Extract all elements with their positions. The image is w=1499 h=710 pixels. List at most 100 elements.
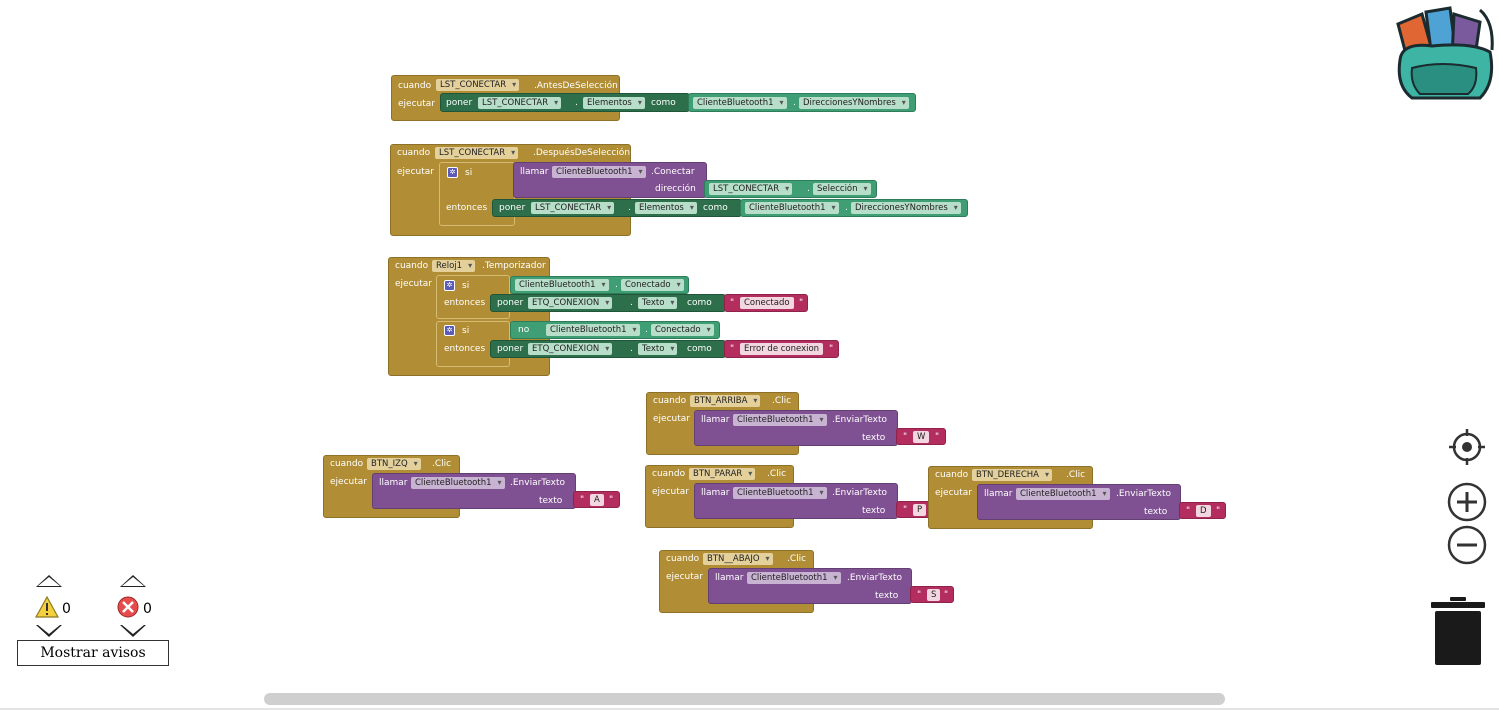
text-value[interactable]: Conectado — [740, 297, 794, 309]
component-dropdown[interactable]: BTN__ABAJO — [703, 553, 773, 565]
set-label: poner — [497, 298, 524, 308]
getter-block[interactable]: LST_CONECTAR . Selección — [704, 180, 877, 198]
component-dropdown[interactable]: ClienteBluetooth1 — [747, 572, 841, 584]
target-dropdown[interactable]: ETQ_CONEXION — [528, 343, 613, 355]
property-dropdown[interactable]: Selección — [813, 183, 871, 195]
event-name: .DespuésDeSelección — [533, 148, 631, 158]
trash-can[interactable] — [1430, 597, 1486, 667]
text-value[interactable]: Error de conexion — [740, 343, 824, 355]
component-dropdown[interactable]: ClienteBluetooth1 — [693, 97, 787, 109]
call-sendtext-block[interactable]: llamar ClienteBluetooth1 .EnviarTexto te… — [694, 483, 898, 519]
zoom-out-button[interactable] — [1446, 524, 1488, 566]
do-label: ejecutar — [397, 167, 434, 177]
set-block[interactable]: poner LST_CONECTAR . Elementos como — [440, 93, 690, 112]
warnings-panel: 0 0 Mostrar avisos — [16, 575, 170, 667]
text-block[interactable]: " W " — [896, 428, 946, 445]
when-label: cuando — [330, 459, 364, 469]
text-block[interactable]: " S " — [910, 586, 954, 603]
component-dropdown[interactable]: ClienteBluetooth1 — [733, 414, 827, 426]
arg-label: texto — [875, 591, 899, 601]
when-label: cuando — [653, 396, 687, 406]
event-name: .Clic — [1066, 470, 1086, 480]
component-dropdown[interactable]: ClienteBluetooth1 — [1016, 488, 1110, 500]
when-label: cuando — [666, 554, 700, 564]
set-block[interactable]: poner LST_CONECTAR . Elementos como — [492, 199, 742, 217]
arg-label: texto — [539, 496, 563, 506]
set-label: poner — [446, 98, 473, 108]
component-dropdown[interactable]: ClienteBluetooth1 — [745, 202, 839, 214]
error-prev-arrow-inner — [122, 577, 144, 586]
method-name: .EnviarTexto — [832, 415, 888, 425]
call-connect-block[interactable]: llamar ClienteBluetooth1 .Conectar direc… — [513, 162, 707, 198]
component-dropdown[interactable]: BTN_ARRIBA — [690, 395, 761, 407]
property-dropdown[interactable]: Elementos — [635, 202, 697, 214]
not-block[interactable]: no ClienteBluetooth1 . Conectado — [510, 321, 720, 339]
horizontal-scrollbar[interactable] — [264, 693, 1225, 705]
property-dropdown[interactable]: Conectado — [651, 324, 714, 336]
text-block[interactable]: " D " — [1179, 502, 1226, 519]
component-dropdown[interactable]: ClienteBluetooth1 — [552, 166, 646, 178]
text-value[interactable]: D — [1196, 505, 1211, 517]
method-name: .Conectar — [651, 167, 695, 177]
component-dropdown[interactable]: LST_CONECTAR — [435, 147, 519, 159]
property-dropdown[interactable]: Elementos — [583, 97, 645, 109]
call-label: llamar — [379, 478, 408, 488]
target-dropdown[interactable]: ETQ_CONEXION — [528, 297, 613, 309]
mutator-gear-icon[interactable]: ✲ — [444, 325, 455, 336]
component-dropdown[interactable]: BTN_DERECHA — [972, 469, 1052, 481]
method-name: .EnviarTexto — [1116, 489, 1172, 499]
call-sendtext-block[interactable]: llamar ClienteBluetooth1 .EnviarTexto te… — [694, 410, 898, 446]
component-dropdown[interactable]: BTN_IZQ — [367, 458, 421, 470]
call-sendtext-block[interactable]: llamar ClienteBluetooth1 .EnviarTexto te… — [372, 473, 576, 509]
property-dropdown[interactable]: DireccionesYNombres — [851, 202, 961, 214]
property-dropdown[interactable]: Texto — [638, 343, 678, 355]
show-warnings-button[interactable]: Mostrar avisos — [17, 640, 169, 666]
text-value[interactable]: A — [590, 494, 604, 506]
text-block[interactable]: " Conectado " — [724, 294, 808, 312]
text-value[interactable]: W — [913, 431, 930, 443]
component-dropdown[interactable]: LST_CONECTAR — [436, 79, 520, 91]
property-dropdown[interactable]: DireccionesYNombres — [799, 97, 909, 109]
recenter-button[interactable] — [1448, 428, 1486, 466]
component-dropdown[interactable]: ClienteBluetooth1 — [515, 279, 609, 291]
component-dropdown[interactable]: ClienteBluetooth1 — [411, 477, 505, 489]
mutator-gear-icon[interactable]: ✲ — [447, 167, 458, 178]
crosshair-icon — [1449, 429, 1485, 465]
event-name: .Temporizador — [482, 261, 546, 271]
arg-label: dirección — [655, 184, 696, 194]
target-dropdown[interactable]: LST_CONECTAR — [478, 97, 562, 109]
blocks-workspace[interactable]: cuando LST_CONECTAR .AntesDeSelección ej… — [0, 0, 1499, 710]
component-dropdown[interactable]: LST_CONECTAR — [709, 183, 793, 195]
then-label: entonces — [444, 298, 486, 308]
when-label: cuando — [398, 81, 432, 91]
event-name: .Clic — [772, 396, 792, 406]
zoom-in-button[interactable] — [1446, 481, 1488, 523]
target-dropdown[interactable]: LST_CONECTAR — [531, 202, 615, 214]
text-block[interactable]: " A " — [573, 491, 620, 508]
set-block[interactable]: poner ETQ_CONEXION . Texto como — [490, 340, 726, 358]
property-dropdown[interactable]: Conectado — [621, 279, 684, 291]
text-value[interactable]: S — [927, 589, 941, 601]
set-block[interactable]: poner ETQ_CONEXION . Texto como — [490, 294, 726, 312]
call-sendtext-block[interactable]: llamar ClienteBluetooth1 .EnviarTexto te… — [708, 568, 912, 604]
component-dropdown[interactable]: ClienteBluetooth1 — [733, 487, 827, 499]
call-label: llamar — [701, 415, 730, 425]
component-dropdown[interactable]: BTN_PARAR — [689, 468, 756, 480]
mutator-gear-icon[interactable]: ✲ — [444, 280, 455, 291]
condition-getter[interactable]: ClienteBluetooth1 . Conectado — [510, 276, 689, 294]
zoom-out-icon — [1447, 525, 1487, 565]
getter-block[interactable]: ClienteBluetooth1 . DireccionesYNombres — [688, 93, 916, 112]
call-sendtext-block[interactable]: llamar ClienteBluetooth1 .EnviarTexto te… — [977, 484, 1181, 520]
as-label: como — [687, 298, 712, 308]
property-dropdown[interactable]: Texto — [638, 297, 678, 309]
text-block[interactable]: " Error de conexion " — [724, 340, 839, 358]
component-dropdown[interactable]: Reloj1 — [432, 260, 476, 272]
when-label: cuando — [935, 470, 969, 480]
zoom-in-icon — [1447, 482, 1487, 522]
when-label: cuando — [397, 148, 431, 158]
getter-block[interactable]: ClienteBluetooth1 . DireccionesYNombres — [740, 199, 968, 217]
text-value[interactable]: P — [913, 504, 927, 516]
backpack-icon[interactable] — [1392, 2, 1498, 102]
component-dropdown[interactable]: ClienteBluetooth1 — [546, 324, 640, 336]
call-label: llamar — [715, 573, 744, 583]
